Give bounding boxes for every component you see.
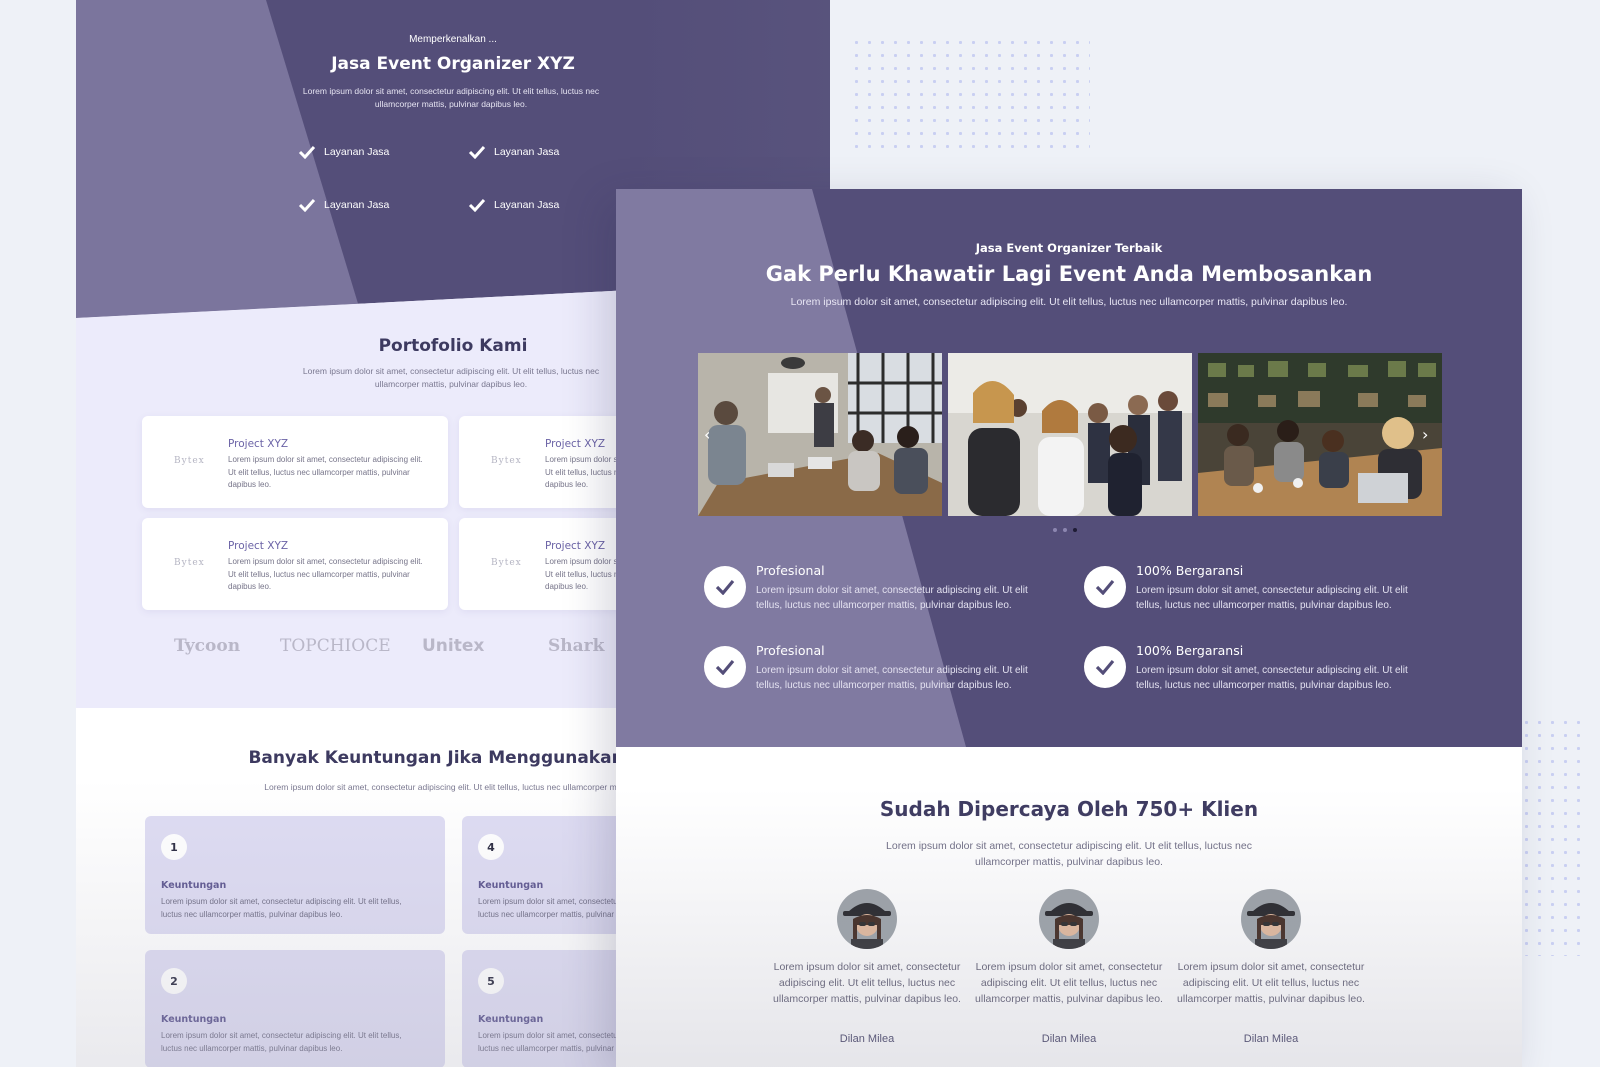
check-icon bbox=[298, 145, 316, 159]
service-item: Layanan Jasa bbox=[468, 198, 559, 212]
decor-dots-top bbox=[850, 36, 1090, 154]
feature-text: Lorem ipsum dolor sit amet, consectetur … bbox=[1136, 585, 1408, 611]
brand-logo-tycoon: Tycoon bbox=[174, 636, 241, 656]
portfolio-card[interactable]: Bytex Project XYZ Lorem ipsum dolor sit … bbox=[142, 416, 448, 508]
testimonial-name: Dilan Milea bbox=[1243, 1033, 1299, 1045]
front-hero-description: Lorem ipsum dolor sit amet, consectetur … bbox=[790, 296, 1348, 308]
portfolio-card-text: Lorem ipsum dolor sit amet, consectetur … bbox=[228, 455, 423, 489]
portfolio-card-title: Project XYZ bbox=[545, 438, 606, 450]
feature-text: Lorem ipsum dolor sit amet, consectetur … bbox=[756, 585, 1028, 611]
brand-logo-topchioce: TOPCHIOCE bbox=[280, 636, 391, 656]
feature-text: Lorem ipsum dolor sit amet, consectetur … bbox=[1136, 665, 1408, 691]
brand-logo-shark: Shark bbox=[548, 636, 605, 656]
brand-logo-unitex: Unitex bbox=[422, 636, 485, 656]
feature-text: Lorem ipsum dolor sit amet, consectetur … bbox=[756, 665, 1028, 691]
benefit-number: 2 bbox=[161, 968, 187, 994]
chevron-left-icon[interactable]: ‹ bbox=[704, 425, 710, 444]
portfolio-description: Lorem ipsum dolor sit amet, consectetur … bbox=[302, 366, 600, 389]
testimonial-name: Dilan Milea bbox=[1041, 1033, 1097, 1045]
service-label: Layanan Jasa bbox=[324, 199, 390, 211]
benefit-number: 1 bbox=[161, 834, 187, 860]
service-item: Layanan Jasa bbox=[298, 198, 389, 212]
avatar bbox=[1241, 889, 1301, 949]
front-hero-title: Gak Perlu Khawatir Lagi Event Anda Membo… bbox=[765, 262, 1373, 286]
benefit-card-title: Keuntungan bbox=[161, 1014, 227, 1025]
benefit-card-text: Lorem ipsum dolor sit amet, consectetur … bbox=[161, 897, 402, 919]
testimonial-quote: Lorem ipsum dolor sit amet, consectetur … bbox=[1177, 961, 1365, 1005]
feature-title: Profesional bbox=[756, 563, 825, 578]
testimonial-quote: Lorem ipsum dolor sit amet, consectetur … bbox=[773, 961, 961, 1005]
back-hero-title: Jasa Event Organizer XYZ bbox=[331, 54, 575, 74]
front-page-preview: Jasa Event Organizer Terbaik Gak Perlu K… bbox=[616, 189, 1522, 1067]
clients-description: Lorem ipsum dolor sit amet, consectetur … bbox=[886, 840, 1252, 868]
client-logo: Bytex bbox=[174, 558, 205, 568]
chevron-right-icon[interactable]: › bbox=[1422, 425, 1428, 444]
check-circle-icon bbox=[704, 566, 746, 608]
back-hero-intro: Memperkenalkan ... bbox=[409, 34, 497, 45]
check-icon bbox=[468, 198, 486, 212]
slider-photo-audience bbox=[948, 353, 1192, 516]
avatar bbox=[1039, 889, 1099, 949]
feature-title: 100% Bergaransi bbox=[1136, 643, 1244, 658]
front-hero-intro: Jasa Event Organizer Terbaik bbox=[975, 241, 1163, 255]
testimonial-name: Dilan Milea bbox=[839, 1033, 895, 1045]
client-logo: Bytex bbox=[491, 456, 522, 466]
check-icon bbox=[298, 198, 316, 212]
portfolio-card[interactable]: Bytex Project XYZ Lorem ipsum dolor sit … bbox=[142, 518, 448, 610]
portfolio-card-title: Project XYZ bbox=[545, 540, 606, 552]
slider-dot-active[interactable] bbox=[1073, 528, 1077, 532]
testimonial-card: Lorem ipsum dolor sit amet, consectetur … bbox=[1176, 889, 1366, 1045]
benefit-number: 4 bbox=[478, 834, 504, 860]
slider-photo-workshop bbox=[1198, 353, 1442, 516]
clients-title: Sudah Dipercaya Oleh 750+ Klien bbox=[879, 797, 1259, 821]
slider-dot[interactable] bbox=[1053, 528, 1057, 532]
benefit-card: 1 Keuntungan Lorem ipsum dolor sit amet,… bbox=[145, 816, 445, 934]
benefit-card-title: Keuntungan bbox=[478, 1014, 544, 1025]
check-icon bbox=[468, 145, 486, 159]
slider-dot[interactable] bbox=[1063, 528, 1067, 532]
portfolio-card-title: Project XYZ bbox=[228, 540, 289, 552]
check-circle-icon bbox=[1084, 566, 1126, 608]
service-label: Layanan Jasa bbox=[324, 146, 390, 158]
service-label: Layanan Jasa bbox=[494, 199, 560, 211]
check-circle-icon bbox=[1084, 646, 1126, 688]
decor-dots-right bbox=[1520, 716, 1590, 956]
benefit-number: 5 bbox=[478, 968, 504, 994]
testimonial-card: Lorem ipsum dolor sit amet, consectetur … bbox=[772, 889, 962, 1045]
testimonial-card: Lorem ipsum dolor sit amet, consectetur … bbox=[974, 889, 1164, 1045]
client-logo: Bytex bbox=[174, 456, 205, 466]
service-item: Layanan Jasa bbox=[298, 145, 389, 159]
back-hero-description: Lorem ipsum dolor sit amet, consectetur … bbox=[302, 86, 600, 109]
benefit-card-title: Keuntungan bbox=[478, 880, 544, 891]
benefit-card-text: Lorem ipsum dolor sit amet, consectetur … bbox=[161, 1031, 402, 1053]
feature-title: Profesional bbox=[756, 643, 825, 658]
service-label: Layanan Jasa bbox=[494, 146, 560, 158]
slider-photo-meeting bbox=[698, 353, 942, 516]
client-logo: Bytex bbox=[491, 558, 522, 568]
slider-dots bbox=[1053, 528, 1077, 532]
feature-title: 100% Bergaransi bbox=[1136, 563, 1244, 578]
check-circle-icon bbox=[704, 646, 746, 688]
portfolio-card-title: Project XYZ bbox=[228, 438, 289, 450]
benefit-card: 2 Keuntungan Lorem ipsum dolor sit amet,… bbox=[145, 950, 445, 1067]
portfolio-card-text: Lorem ipsum dolor sit amet, consectetur … bbox=[228, 557, 423, 591]
service-item: Layanan Jasa bbox=[468, 145, 559, 159]
avatar bbox=[837, 889, 897, 949]
testimonial-quote: Lorem ipsum dolor sit amet, consectetur … bbox=[975, 961, 1163, 1005]
benefit-card-title: Keuntungan bbox=[161, 880, 227, 891]
